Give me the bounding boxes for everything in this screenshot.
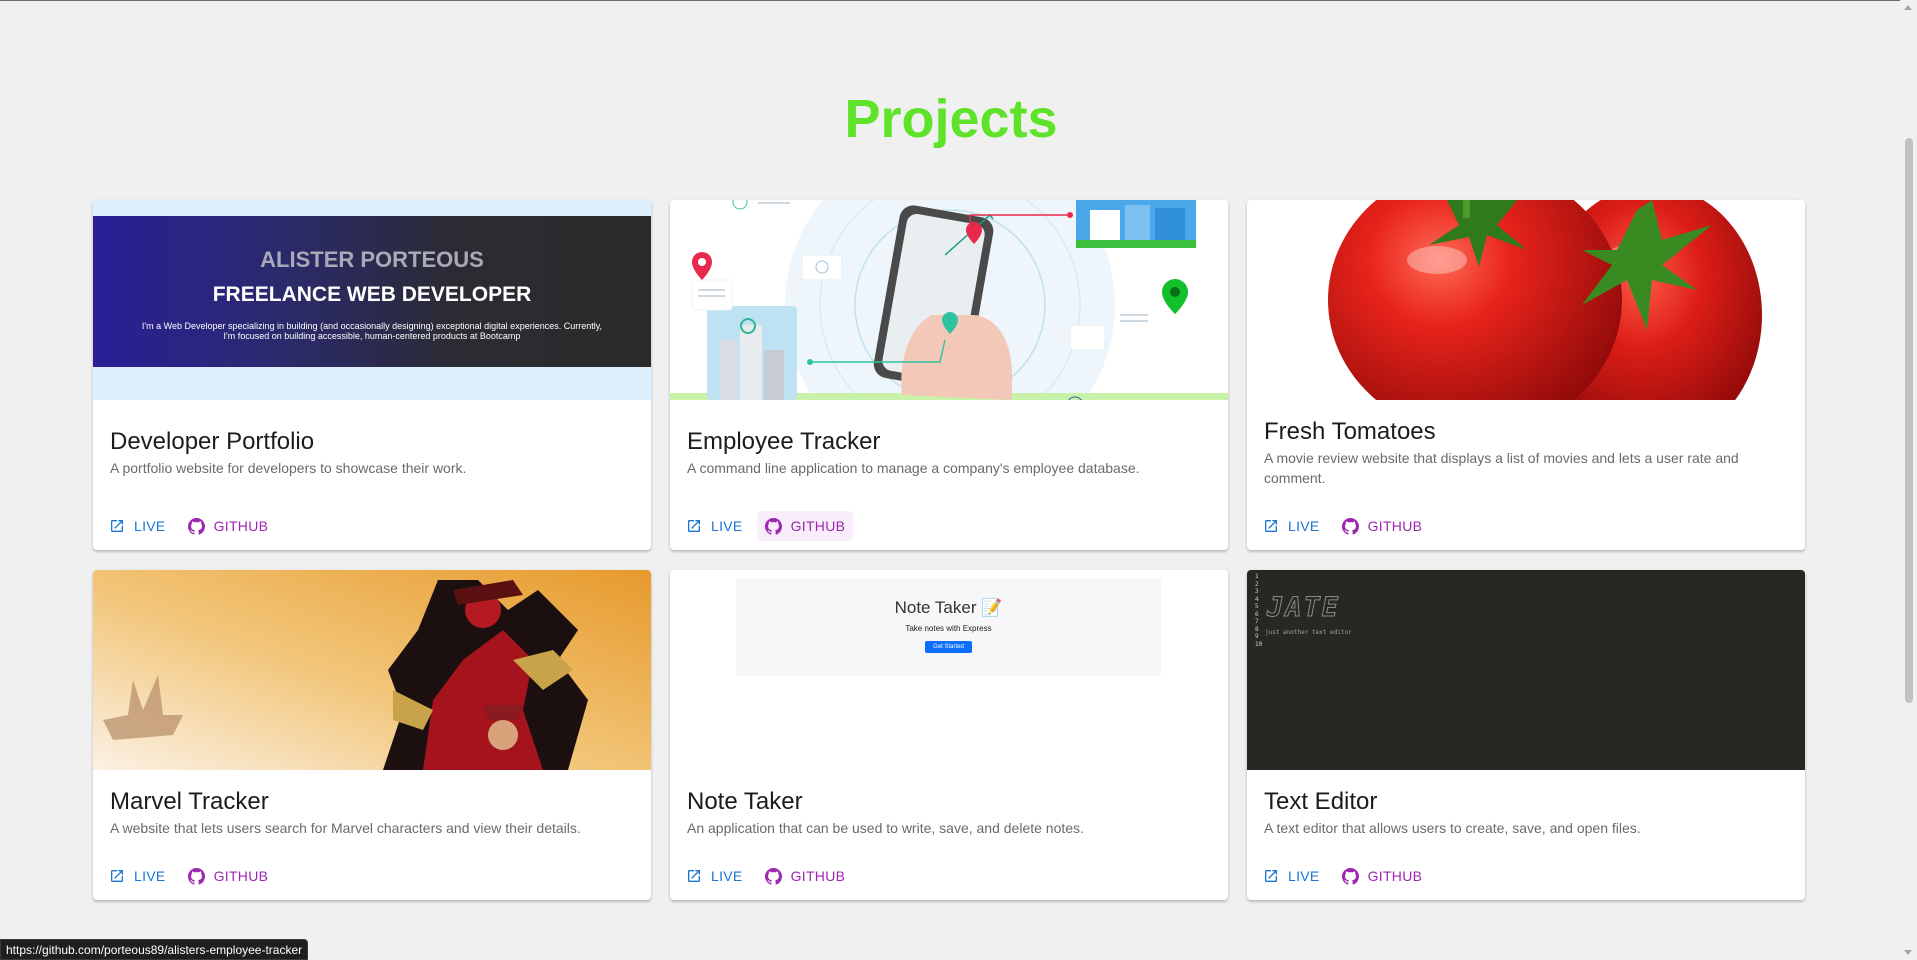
- card-description: A text editor that allows users to creat…: [1264, 820, 1641, 836]
- note-taker-subtitle: Take notes with Express: [905, 624, 992, 633]
- note-taker-screenshot: Note Taker 📝 Take notes with Express Get…: [736, 579, 1161, 676]
- tomatoes-photo: [1247, 200, 1805, 400]
- top-border: [0, 0, 1917, 1]
- card-title: Fresh Tomatoes: [1264, 418, 1436, 445]
- card-actions: LIVE GITHUB: [1255, 511, 1430, 541]
- live-link-button[interactable]: LIVE: [1255, 861, 1328, 891]
- card-actions: LIVE GITHUB: [101, 861, 276, 891]
- github-icon: [764, 517, 782, 535]
- portfolio-hero-name: ALISTER PORTEOUS: [260, 247, 484, 272]
- github-icon: [1341, 517, 1359, 535]
- project-card-note-taker: Note Taker 📝 Take notes with Express Get…: [670, 570, 1228, 900]
- note-taker-start-button: Get Started: [925, 641, 972, 653]
- live-link-button[interactable]: LIVE: [101, 861, 174, 891]
- project-image-developer-portfolio: ALISTER PORTEOUS FREELANCE WEB DEVELOPER…: [93, 200, 651, 400]
- project-card-marvel-tracker: Marvel Tracker A website that lets users…: [93, 570, 651, 900]
- card-description: A website that lets users search for Mar…: [110, 820, 581, 836]
- github-icon: [764, 867, 782, 885]
- card-actions: LIVE GITHUB: [1255, 861, 1430, 891]
- project-card-fresh-tomatoes: Fresh Tomatoes A movie review website th…: [1247, 200, 1805, 550]
- external-link-icon: [1263, 518, 1279, 534]
- live-label: LIVE: [1288, 868, 1320, 884]
- page-title: Projects: [844, 89, 1058, 149]
- github-link-button[interactable]: GITHUB: [1334, 861, 1431, 891]
- live-label: LIVE: [134, 518, 166, 534]
- github-label: GITHUB: [213, 518, 269, 534]
- card-title: Note Taker: [687, 788, 803, 815]
- project-card-employee-tracker: Employee Tracker A command line applicat…: [670, 200, 1228, 550]
- github-label: GITHUB: [790, 518, 846, 534]
- card-description: A command line application to manage a c…: [687, 460, 1140, 476]
- external-link-icon: [686, 868, 702, 884]
- jate-tagline: just another text editor: [1265, 629, 1352, 636]
- live-link-button[interactable]: LIVE: [678, 861, 751, 891]
- scrollbar-thumb[interactable]: [1905, 138, 1913, 703]
- github-label: GITHUB: [1367, 868, 1423, 884]
- card-title: Text Editor: [1264, 788, 1378, 815]
- live-label: LIVE: [1288, 518, 1320, 534]
- portfolio-hero-banner: ALISTER PORTEOUS FREELANCE WEB DEVELOPER…: [93, 216, 651, 367]
- editor-line-numbers: 1 2 3 4 5 6 7 8 9 10: [1255, 573, 1263, 648]
- card-description: An application that can be used to write…: [687, 820, 1084, 836]
- github-label: GITHUB: [790, 868, 846, 884]
- portfolio-hero-role: FREELANCE WEB DEVELOPER: [212, 283, 532, 306]
- status-bar-url: https://github.com/porteous89/alisters-e…: [0, 939, 309, 960]
- portfolio-hero-blurb: I'm a Web Developer specializing in buil…: [141, 321, 603, 341]
- external-link-icon: [1263, 868, 1279, 884]
- github-link-button[interactable]: GITHUB: [757, 861, 854, 891]
- github-label: GITHUB: [1367, 518, 1423, 534]
- live-link-button[interactable]: LIVE: [678, 511, 751, 541]
- project-image-note-taker: Note Taker 📝 Take notes with Express Get…: [670, 570, 1228, 770]
- card-title: Developer Portfolio: [110, 428, 315, 455]
- project-image-employee-tracker: [670, 200, 1228, 400]
- note-taker-app-title: Note Taker 📝: [894, 598, 1003, 617]
- scroll-up-arrow-icon[interactable]: [1904, 5, 1912, 10]
- external-link-icon: [109, 518, 125, 534]
- card-title: Marvel Tracker: [110, 788, 269, 815]
- jate-logo: JATE: [1266, 592, 1341, 624]
- github-link-button[interactable]: GITHUB: [180, 511, 277, 541]
- employee-tracker-illustration: [670, 200, 1228, 400]
- github-label: GITHUB: [213, 868, 269, 884]
- github-link-button[interactable]: GITHUB: [180, 861, 277, 891]
- projects-grid-row-1: ALISTER PORTEOUS FREELANCE WEB DEVELOPER…: [93, 200, 1805, 550]
- pencil-note-icon: 📝: [981, 598, 1003, 617]
- project-card-developer-portfolio: ALISTER PORTEOUS FREELANCE WEB DEVELOPER…: [93, 200, 651, 550]
- external-link-icon: [109, 868, 125, 884]
- project-image-fresh-tomatoes: [1247, 200, 1805, 400]
- scroll-down-arrow-icon[interactable]: [1904, 950, 1912, 955]
- vertical-scrollbar[interactable]: [1900, 0, 1917, 960]
- live-label: LIVE: [134, 868, 166, 884]
- github-link-button[interactable]: GITHUB: [1334, 511, 1431, 541]
- card-actions: LIVE GITHUB: [101, 511, 276, 541]
- live-label: LIVE: [711, 868, 743, 884]
- marvel-comic-art: [93, 570, 651, 770]
- live-label: LIVE: [711, 518, 743, 534]
- card-description: A portfolio website for developers to sh…: [110, 460, 467, 476]
- github-icon: [1341, 867, 1359, 885]
- card-description: A movie review website that displays a l…: [1264, 450, 1739, 486]
- project-image-marvel-tracker: [93, 570, 651, 770]
- card-actions: LIVE GITHUB: [678, 511, 854, 541]
- projects-grid-row-2: Marvel Tracker A website that lets users…: [93, 570, 1805, 900]
- live-link-button[interactable]: LIVE: [101, 511, 174, 541]
- live-link-button[interactable]: LIVE: [1255, 511, 1328, 541]
- project-card-text-editor: 1 2 3 4 5 6 7 8 9 10 JATE just another t…: [1247, 570, 1805, 900]
- github-icon: [187, 517, 205, 535]
- project-image-text-editor: 1 2 3 4 5 6 7 8 9 10 JATE just another t…: [1247, 570, 1805, 770]
- card-title: Employee Tracker: [687, 428, 881, 455]
- card-actions: LIVE GITHUB: [678, 861, 853, 891]
- external-link-icon: [686, 518, 702, 534]
- github-icon: [187, 867, 205, 885]
- github-link-button[interactable]: GITHUB: [756, 511, 854, 541]
